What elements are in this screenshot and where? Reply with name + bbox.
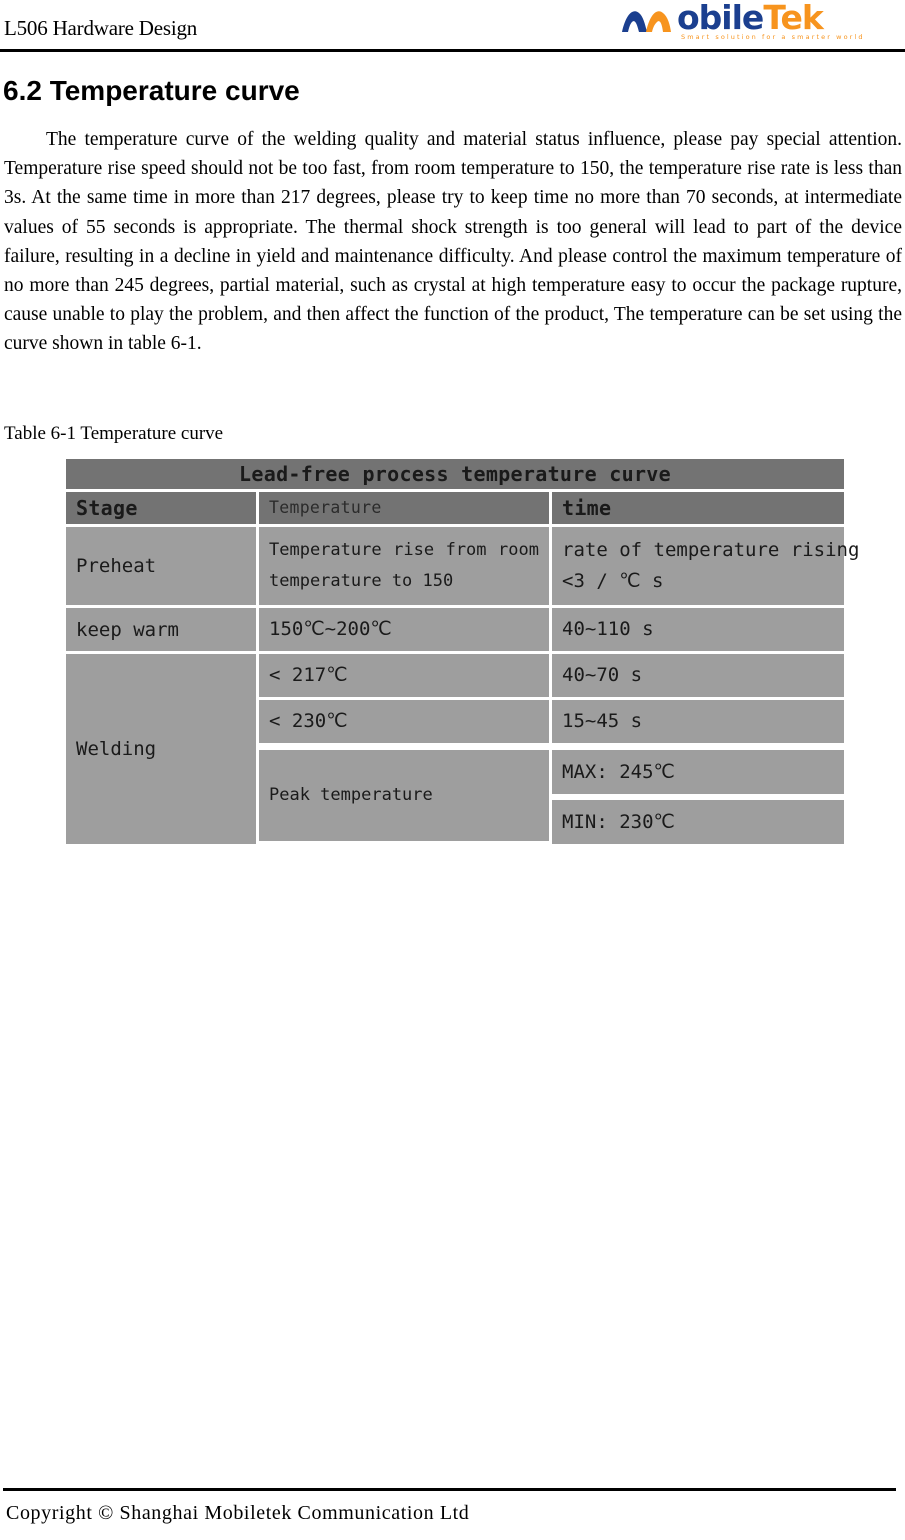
row-welding-stage: Welding (66, 654, 256, 844)
table-title-row: Lead-free process temperature curve (66, 459, 845, 489)
row-welding-peak-max-time: MAX: 245℃ (552, 746, 845, 797)
table-caption: Table 6-1 Temperature curve (4, 423, 224, 444)
row-welding-stage-label: Welding (66, 654, 256, 844)
row-preheat-temperature-line2: temperature to 150 (269, 571, 454, 591)
row-welding-sub1-time-value: 40~70 s (552, 654, 845, 697)
column-header-stage: Stage (66, 492, 256, 524)
column-header-stage-label: Stage (66, 492, 256, 524)
row-welding-sub1-time: 40~70 s (552, 654, 845, 697)
table-title-text: Lead-free process temperature curve (66, 459, 845, 489)
table-title-cell: Lead-free process temperature curve (66, 459, 845, 489)
table-row: Preheat Temperature rise from room tempe… (66, 527, 860, 605)
row-welding-peak-temperature-value: Peak temperature (259, 749, 549, 841)
page-header: L506 Hardware Design obileTek Smart solu… (0, 0, 905, 52)
table-header-row: Stage Temperature time (66, 492, 845, 524)
row-welding-peak-temperature: Peak temperature (259, 746, 549, 844)
row-keepwarm-temperature-value: 150℃~200℃ (259, 608, 549, 651)
row-keepwarm-time-value: 40~110 s (552, 608, 845, 651)
row-welding-peak-min-value: MIN: 230℃ (552, 800, 845, 844)
logo-wave-icon (621, 6, 681, 34)
column-header-temperature-label: Temperature (259, 492, 549, 524)
column-header-time: time (552, 492, 845, 524)
logo-wordmark: obileTek (677, 0, 824, 37)
row-welding-sub2-time: 15~45 s (552, 700, 845, 743)
row-welding-sub2-temperature-value: < 230℃ (259, 700, 549, 743)
footer-divider (3, 1488, 896, 1491)
footer-copyright: Copyright © Shanghai Mobiletek Communica… (6, 1502, 470, 1524)
row-preheat-time-line2: <3 / ℃ s (562, 570, 664, 592)
row-keepwarm-temperature: 150℃~200℃ (259, 608, 549, 651)
row-preheat-temperature-value: Temperature rise from room temperature t… (259, 527, 549, 605)
page-title: 6.2 Temperature curve (3, 75, 300, 106)
logo-tagline: Smart solution for a smarter world (681, 33, 865, 41)
row-welding-sub2-time-value: 15~45 s (552, 700, 845, 743)
header-document-title: L506 Hardware Design (4, 16, 198, 40)
table-row: Welding < 217℃ 40~70 s (66, 654, 845, 844)
row-welding-peak-min-time: MIN: 230℃ (552, 800, 845, 844)
row-welding-sub1-temperature: < 217℃ (259, 654, 549, 697)
logo-wordmark-orange: Tek (763, 0, 823, 37)
table-row: keep warm 150℃~200℃ 40~110 s (66, 608, 845, 651)
row-welding-sub1-temperature-value: < 217℃ (259, 654, 549, 697)
row-welding-sub2-temperature: < 230℃ (259, 700, 549, 743)
row-preheat-time: rate of temperature rising <3 / ℃ s (552, 527, 860, 605)
column-header-time-label: time (552, 492, 845, 524)
row-keepwarm-time: 40~110 s (552, 608, 845, 651)
row-keepwarm-stage-label: keep warm (66, 608, 256, 651)
page-footer: Copyright © Shanghai Mobiletek Communica… (0, 1488, 905, 1540)
row-keepwarm-stage: keep warm (66, 608, 256, 651)
row-preheat-stage: Preheat (66, 527, 256, 605)
mobiletek-logo: obileTek Smart solution for a smarter wo… (621, 0, 877, 46)
logo-wordmark-blue: obile (677, 0, 764, 37)
row-preheat-temperature: Temperature rise from room temperature t… (259, 527, 549, 605)
document-page: L506 Hardware Design obileTek Smart solu… (0, 0, 905, 1540)
body-paragraph: The temperature curve of the welding qua… (4, 129, 902, 355)
column-header-temperature: Temperature (259, 492, 549, 524)
row-welding-peak-max-value: MAX: 245℃ (552, 749, 845, 794)
row-preheat-time-line1: rate of temperature rising (562, 539, 860, 561)
row-preheat-stage-label: Preheat (66, 527, 256, 605)
row-preheat-temperature-line1: Temperature rise from room (269, 540, 539, 560)
row-preheat-time-value: rate of temperature rising <3 / ℃ s (552, 527, 860, 605)
temperature-curve-table: Lead-free process temperature curve Stag… (63, 456, 860, 847)
